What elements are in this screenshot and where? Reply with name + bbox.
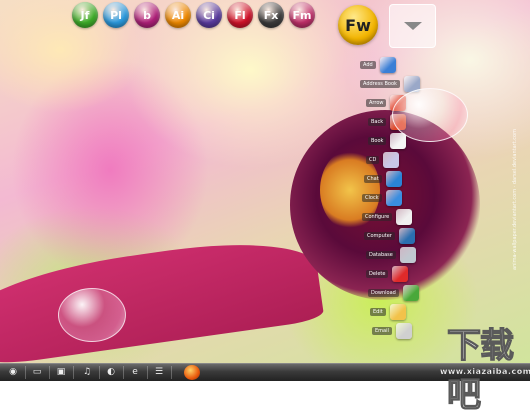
launcher-item-cd[interactable]: CD (366, 151, 400, 169)
jf-app-icon-label: Jf (80, 8, 90, 22)
book-icon (390, 133, 407, 149)
firefox-icon[interactable] (184, 365, 200, 380)
launcher-label: Download (368, 289, 399, 297)
clock-icon (385, 190, 402, 206)
jf-app-icon[interactable]: Jf (72, 2, 98, 28)
launcher-label: Add (360, 61, 376, 69)
add-icon (379, 57, 396, 73)
launcher-item-chat[interactable]: Chat (364, 170, 402, 188)
launcher-label: Clock (362, 194, 382, 202)
fx-app-icon[interactable]: Fx (258, 2, 284, 28)
database-icon (399, 247, 416, 263)
launcher-item-clock[interactable]: Clock (362, 189, 402, 207)
launcher-item-configure[interactable]: Configure (362, 208, 413, 226)
pl-app-icon[interactable]: Pl (103, 2, 129, 28)
launcher-item-delete[interactable]: Delete (366, 265, 409, 283)
taskbar-separator (147, 366, 148, 379)
download-icon (402, 285, 419, 301)
cd-icon (383, 152, 400, 168)
launcher-label: CD (366, 156, 380, 164)
media-task-button[interactable]: ◐ (104, 366, 118, 378)
pl-app-icon-label: Pl (110, 8, 122, 22)
launcher-label: Configure (362, 213, 393, 221)
computer-icon (398, 228, 415, 244)
fireworks-icon[interactable]: Fw (338, 5, 378, 45)
water-droplet (58, 288, 126, 342)
fm-app-icon[interactable]: Fm (289, 2, 315, 28)
launcher-label: Book (368, 137, 387, 145)
launcher-item-add[interactable]: Add (360, 56, 396, 74)
launcher-item-computer[interactable]: Computer (364, 227, 415, 245)
chat-icon (385, 171, 402, 187)
watermark-logo: 下载吧 www.xiazaiba.com (392, 318, 530, 415)
b-app-icon-label: b (143, 8, 151, 22)
wallpaper-petal (0, 230, 325, 370)
launcher-label: Database (366, 251, 396, 259)
music-task-button[interactable]: ♫ (80, 366, 94, 378)
taskbar-separator (25, 366, 26, 379)
water-droplet-large (392, 88, 468, 142)
launcher-label: Back (368, 118, 387, 126)
taskbar-separator (123, 366, 124, 379)
illustrator-icon-label: Ai (171, 8, 185, 22)
ci-app-icon[interactable]: Ci (196, 2, 222, 28)
taskbar-separator (73, 366, 74, 379)
launcher-label: Email (372, 327, 392, 335)
b-app-icon[interactable]: b (134, 2, 160, 28)
list-task-button[interactable]: ☰ (152, 366, 166, 378)
launcher-item-book[interactable]: Book (368, 132, 407, 150)
launcher-label: Address Book (360, 80, 400, 88)
configure-icon (396, 209, 413, 225)
taskbar-separator (99, 366, 100, 379)
ie-task-button[interactable]: e (128, 366, 142, 378)
watermark-url: www.xiazaiba.com (440, 367, 530, 376)
launcher-label: Edit (370, 308, 386, 316)
ci-app-icon-label: Ci (203, 8, 215, 22)
delete-icon (392, 266, 409, 282)
credit-text: anima-wallpaper.deviantart.com · darsel.… (512, 129, 518, 270)
folder-task-button[interactable]: ▭ (30, 366, 44, 378)
dock-dropdown-button[interactable] (389, 4, 436, 48)
start-button[interactable]: ◉ (6, 366, 20, 378)
launcher-label: Delete (366, 270, 389, 278)
launcher-item-download[interactable]: Download (368, 284, 419, 302)
taskbar-separator (171, 366, 172, 379)
taskbar-separator (49, 366, 50, 379)
illustrator-icon[interactable]: Ai (165, 2, 191, 28)
flash-icon[interactable]: Fl (227, 2, 253, 28)
window-task-button[interactable]: ▣ (54, 366, 68, 378)
launcher-item-database[interactable]: Database (366, 246, 416, 264)
launcher-label: Computer (364, 232, 395, 240)
fm-app-icon-label: Fm (292, 8, 312, 22)
launcher-label: Chat (364, 175, 382, 183)
chevron-down-icon (403, 22, 422, 30)
flash-icon-label: Fl (234, 8, 246, 22)
fx-app-icon-label: Fx (263, 8, 279, 22)
launcher-label: Arrow (366, 99, 387, 107)
